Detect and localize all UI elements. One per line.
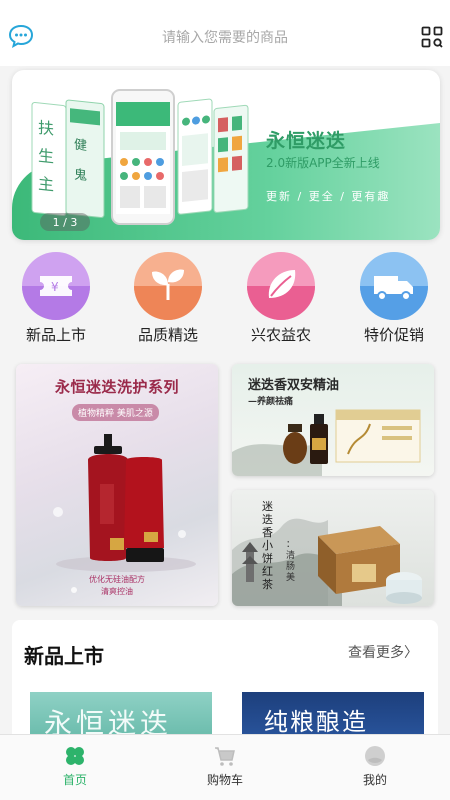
tab-label: 购物车 <box>206 773 243 787</box>
banner-slogan: 更新 / 更全 / 更有趣 <box>266 190 391 203</box>
search-placeholder: 请输入您需要的商品 <box>162 30 288 46</box>
promo-tea-title: 迷迭香小饼红茶 <box>262 500 273 591</box>
phone-text-3: 主 <box>38 174 54 195</box>
leaf-icon <box>247 252 315 320</box>
user-icon <box>365 746 385 766</box>
category-label: 品质精选 <box>137 326 198 344</box>
banner-title: 永恒迷迭 <box>266 130 347 152</box>
section-title: 新品上市 <box>24 644 104 668</box>
tab-label: 我的 <box>362 773 387 787</box>
view-more-link[interactable]: 查看更多〉 <box>348 642 418 662</box>
truck-icon <box>360 252 428 320</box>
promo-essential-oil[interactable]: 迷迭香双安精油 —养颜祛痛 <box>232 364 434 476</box>
tab-cart[interactable]: 购物车 <box>150 735 300 800</box>
promo-haircare-foot-1: 优化无硅油配方 <box>89 575 145 584</box>
app-phones-image: 扶 生 主 健 鬼 <box>31 89 249 225</box>
category-quality-picks[interactable]: 品质精选 <box>112 252 224 352</box>
promo-haircare-series[interactable]: 永恒迷迭洗护系列 植物精粹 美肌之源 优化无硅油配方 清爽控油 <box>16 364 218 606</box>
category-label: 新品上市 <box>25 326 86 344</box>
view-more-label: 查看更多 <box>348 645 404 661</box>
search-input[interactable]: 请输入您需要的商品 <box>52 20 398 54</box>
cart-icon <box>215 747 235 766</box>
category-agriculture[interactable]: 兴农益农 <box>225 252 337 352</box>
phone-text-1: 扶 <box>38 118 54 139</box>
promo-black-tea[interactable]: 迷迭香小饼红茶 ：清肠美 <box>232 490 434 606</box>
shampoo-bottles-image <box>53 434 196 593</box>
phone-text-4: 健 <box>74 138 87 154</box>
ticket-yen-icon: ¥ <box>22 252 90 320</box>
phone-text-5: 鬼 <box>74 167 87 184</box>
clover-icon <box>66 747 84 765</box>
top-bar: 请输入您需要的商品 <box>0 0 450 66</box>
banner-subtitle: 2.0新版APP全新上线 <box>266 156 380 170</box>
svg-text:¥: ¥ <box>51 280 59 294</box>
category-label: 特价促销 <box>363 326 424 344</box>
category-grid: ¥ 新品上市 品质精选 兴农益农 特价促销 <box>0 252 450 352</box>
phone-text-2: 生 <box>38 146 54 167</box>
category-label: 兴农益农 <box>250 326 311 344</box>
tab-profile[interactable]: 我的 <box>300 735 450 800</box>
banner-pager: 1 / 3 <box>40 213 90 231</box>
category-sale[interactable]: 特价促销 <box>338 252 450 352</box>
sprout-icon <box>134 252 202 320</box>
promo-tea-subtitle: ：清肠美 <box>286 540 296 583</box>
promo-banner[interactable]: 扶 生 主 健 鬼 永恒迷迭 2.0新版APP全新上线 更新 / 更全 / 更有… <box>12 70 440 240</box>
scan-icon[interactable] <box>421 26 443 48</box>
app-screen: 请输入您需要的商品 扶 生 主 健 鬼 永恒迷迭 2.0新版APP全新上线 更新… <box>0 0 450 800</box>
tab-home[interactable]: 首页 <box>0 735 150 800</box>
promo-haircare-foot-2: 清爽控油 <box>101 587 133 596</box>
message-icon[interactable] <box>8 24 34 48</box>
category-new-products[interactable]: ¥ 新品上市 <box>0 252 112 352</box>
tab-label: 首页 <box>62 773 87 787</box>
essential-oil-image <box>232 409 421 476</box>
product-image-text: 纯粮酿造 <box>264 708 368 736</box>
chevron-right-icon: 〉 <box>404 645 418 661</box>
bottom-tab-bar: 首页 购物车 我的 <box>0 734 450 800</box>
